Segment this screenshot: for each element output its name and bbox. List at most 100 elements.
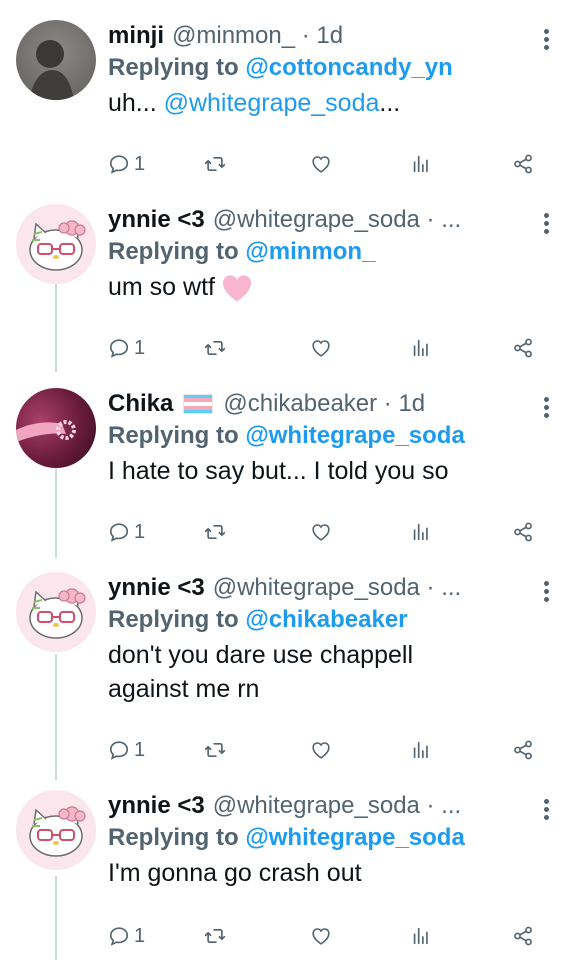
heart-icon — [310, 925, 332, 947]
repost-button[interactable] — [204, 153, 226, 175]
views-button[interactable] — [410, 739, 432, 761]
post-header: Chika @chikabeaker · 1d — [108, 388, 546, 420]
replying-to: Replying to @minmon_ — [108, 236, 546, 268]
handle-and-time[interactable]: @chikabeaker · 1d — [223, 388, 425, 420]
avatar-column — [16, 186, 96, 372]
views-button[interactable] — [410, 337, 432, 359]
display-name[interactable]: Chika — [108, 388, 173, 420]
repost-icon — [204, 337, 226, 359]
replying-to-mention[interactable]: @minmon_ — [245, 238, 375, 265]
post-text: I'm gonna go crash out — [108, 859, 362, 887]
avatar-ynnie[interactable] — [16, 204, 96, 284]
more-options-icon[interactable] — [536, 210, 556, 237]
post-text: uh... @whitegrape_soda... — [108, 86, 546, 120]
display-name[interactable]: ynnie <3 — [108, 204, 205, 236]
reply-button[interactable]: 1 — [108, 739, 145, 762]
replying-to: Replying to @cottoncandy_yn — [108, 52, 546, 84]
replying-to: Replying to @chikabeaker — [108, 604, 546, 636]
more-options-icon[interactable] — [536, 394, 556, 421]
profile-photo-dark-icon — [30, 40, 74, 100]
repost-button[interactable] — [204, 925, 226, 947]
avatar-ynnie[interactable] — [16, 572, 96, 652]
repost-button[interactable] — [204, 521, 226, 543]
replying-to-label: Replying to — [108, 824, 239, 851]
like-button[interactable] — [310, 521, 332, 543]
reply-button[interactable]: 1 — [108, 337, 145, 360]
action-bar: 1 — [108, 150, 550, 178]
post-text-part: ... — [379, 89, 401, 117]
handle-and-time[interactable]: @minmon_ · 1d — [172, 20, 343, 52]
share-button[interactable] — [512, 925, 534, 947]
views-button[interactable] — [410, 521, 432, 543]
pink-heart-emoji-icon — [222, 275, 252, 302]
replying-to-label: Replying to — [108, 54, 239, 81]
repost-icon — [204, 153, 226, 175]
reply-button[interactable]: 1 — [108, 521, 145, 544]
like-button[interactable] — [310, 153, 332, 175]
more-options-icon[interactable] — [536, 26, 556, 53]
more-options-icon[interactable] — [536, 578, 556, 605]
handle-and-time[interactable]: @whitegrape_soda · ... — [213, 204, 462, 236]
text-mention[interactable]: @whitegrape_soda — [164, 89, 380, 117]
handle-and-time[interactable]: @whitegrape_soda · ... — [213, 790, 462, 822]
post-text-part: uh... — [108, 89, 164, 117]
replying-to-mention[interactable]: @whitegrape_soda — [245, 422, 464, 449]
reply-icon — [108, 739, 130, 761]
reply-count: 1 — [134, 520, 146, 543]
transgender-flag-icon — [183, 394, 214, 414]
replying-to: Replying to @whitegrape_soda — [108, 420, 546, 452]
share-button[interactable] — [512, 739, 534, 761]
views-button[interactable] — [410, 925, 432, 947]
share-button[interactable] — [512, 521, 534, 543]
avatar-chika[interactable] — [16, 388, 96, 468]
like-button[interactable] — [310, 925, 332, 947]
share-button[interactable] — [512, 153, 534, 175]
replying-to-mention[interactable]: @whitegrape_soda — [245, 824, 464, 851]
replying-to: Replying to @whitegrape_soda — [108, 822, 546, 854]
replying-to-mention[interactable]: @cottoncandy_yn — [245, 54, 452, 81]
share-icon — [512, 925, 534, 947]
views-icon — [410, 521, 432, 543]
avatar-ynnie[interactable] — [16, 790, 96, 870]
avatar-column — [16, 0, 96, 186]
display-name[interactable]: ynnie <3 — [108, 790, 205, 822]
like-button[interactable] — [310, 739, 332, 761]
post-text-line: don't you dare use chappell — [108, 641, 413, 669]
display-name[interactable]: minji — [108, 20, 164, 52]
avatar-column — [16, 780, 96, 960]
reply-count: 1 — [134, 336, 146, 359]
reply-icon — [108, 337, 130, 359]
post-text-part: um so wtf — [108, 273, 215, 301]
post-3[interactable]: Chika @chikabeaker · 1d Replying to @whi… — [0, 372, 574, 558]
replying-to-label: Replying to — [108, 238, 239, 265]
repost-button[interactable] — [204, 337, 226, 359]
reply-icon — [108, 521, 130, 543]
post-text-line: against me rn — [108, 675, 260, 703]
reply-button[interactable]: 1 — [108, 925, 145, 948]
display-name[interactable]: ynnie <3 — [108, 572, 205, 604]
reply-button[interactable]: 1 — [108, 153, 145, 176]
heart-icon — [310, 739, 332, 761]
like-button[interactable] — [310, 337, 332, 359]
post-1[interactable]: minji @minmon_ · 1d Replying to @cottonc… — [0, 0, 574, 186]
share-button[interactable] — [512, 337, 534, 359]
post-4[interactable]: ynnie <3 @whitegrape_soda · ... Replying… — [0, 558, 574, 780]
action-bar: 1 — [108, 922, 550, 950]
reply-count: 1 — [134, 152, 146, 175]
more-options-icon[interactable] — [536, 796, 556, 823]
views-button[interactable] — [410, 153, 432, 175]
reply-thread: minji @minmon_ · 1d Replying to @cottonc… — [0, 0, 574, 960]
avatar-minji[interactable] — [16, 20, 96, 100]
handle-and-time[interactable]: @whitegrape_soda · ... — [213, 572, 462, 604]
avatar-column — [16, 372, 96, 558]
repost-icon — [204, 521, 226, 543]
repost-button[interactable] — [204, 739, 226, 761]
reply-icon — [108, 925, 130, 947]
post-5[interactable]: ynnie <3 @whitegrape_soda · ... Replying… — [0, 780, 574, 960]
views-icon — [410, 739, 432, 761]
post-header: ynnie <3 @whitegrape_soda · ... — [108, 572, 546, 604]
reply-count: 1 — [134, 924, 146, 947]
post-2[interactable]: ynnie <3 @whitegrape_soda · ... Replying… — [0, 186, 574, 372]
heart-icon — [310, 337, 332, 359]
replying-to-mention[interactable]: @chikabeaker — [245, 606, 407, 633]
